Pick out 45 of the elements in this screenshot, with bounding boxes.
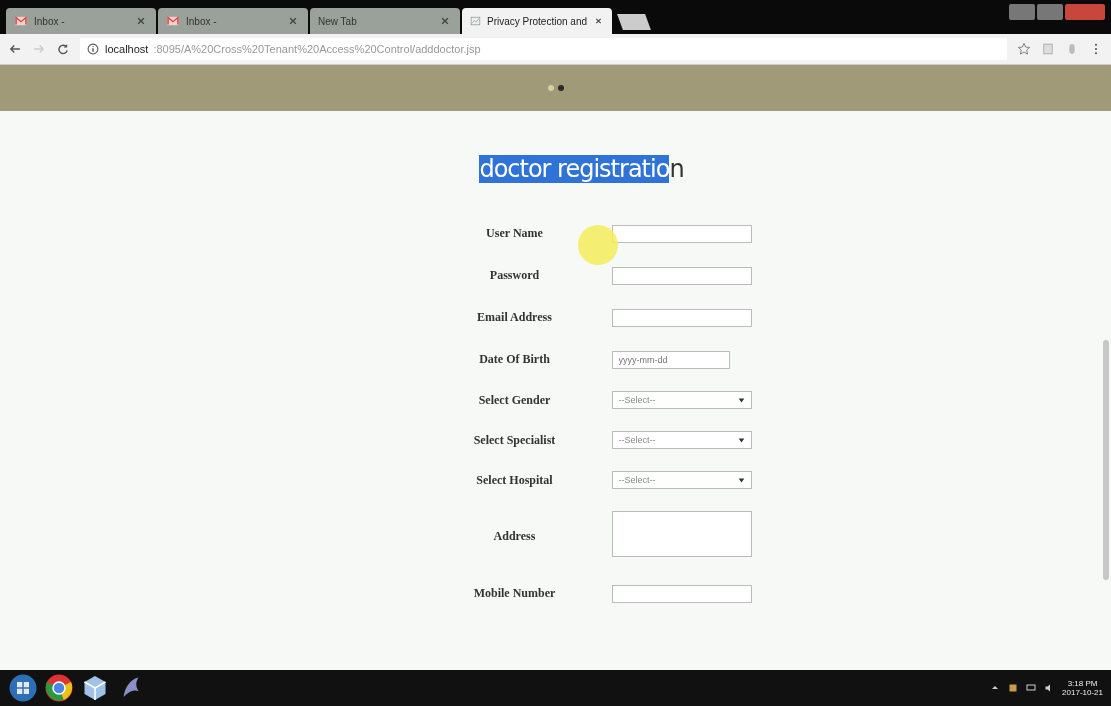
input-field[interactable] <box>611 585 752 603</box>
field-label: Password <box>488 267 541 283</box>
new-tab-button[interactable] <box>617 14 651 30</box>
date-field[interactable]: yyyy-mm-dd <box>611 351 730 369</box>
cursor-highlight <box>578 225 618 265</box>
star-icon[interactable] <box>1017 42 1031 56</box>
carousel-dot[interactable] <box>547 85 554 91</box>
address-bar[interactable]: localhost :8095/A%20Cross%20Tenant%20Access%20Control/adddoctor.jsp <box>80 38 1007 60</box>
caret-icon <box>737 476 745 484</box>
caret-icon <box>737 436 745 444</box>
browser-icon[interactable] <box>44 673 74 703</box>
field-label: Select Hospital <box>475 472 554 488</box>
page-icon <box>470 14 481 28</box>
reload-icon[interactable] <box>56 42 70 56</box>
field-label: Select Specialist <box>472 432 557 448</box>
input-field[interactable] <box>611 225 752 243</box>
browser-tab[interactable]: New Tab <box>310 8 460 34</box>
field-label: Mobile Number <box>472 585 557 601</box>
scrollbar[interactable] <box>1103 340 1109 580</box>
browser-tab[interactable]: Privacy Protection and <box>462 8 612 34</box>
caret-icon <box>737 396 745 404</box>
field-label: Address <box>492 528 537 544</box>
page-heading: doctor registration <box>479 155 684 183</box>
input-field[interactable] <box>611 309 752 327</box>
field-label: Date Of Birth <box>478 351 551 367</box>
start-icon[interactable] <box>8 673 38 703</box>
browser-tab[interactable]: Inbox - <box>158 8 308 34</box>
input-field[interactable] <box>611 267 752 285</box>
dropdown[interactable]: --Select-- <box>611 471 752 489</box>
back-icon[interactable] <box>8 42 22 56</box>
field-label: Select Gender <box>477 392 552 408</box>
info-icon <box>86 42 100 56</box>
clock-time: 3:18 PM <box>1067 679 1098 688</box>
dropdown[interactable]: --Select-- <box>611 431 752 449</box>
field-label: User Name <box>485 225 544 241</box>
field-label: Email Address <box>476 309 553 325</box>
browser-tab[interactable]: Inbox - <box>6 8 156 34</box>
network-icon[interactable] <box>1026 683 1037 693</box>
mail-icon <box>14 14 28 28</box>
carousel-dot[interactable] <box>557 85 564 91</box>
mail-icon <box>166 14 180 28</box>
dropdown[interactable]: --Select-- <box>611 391 752 409</box>
clock-date: 2017-10-21 <box>1062 688 1103 697</box>
url-text: :8095/A%20Cross%20Tenant%20Access%20Control/adddoctor.jsp <box>153 43 481 55</box>
url-text: localhost <box>105 43 149 55</box>
